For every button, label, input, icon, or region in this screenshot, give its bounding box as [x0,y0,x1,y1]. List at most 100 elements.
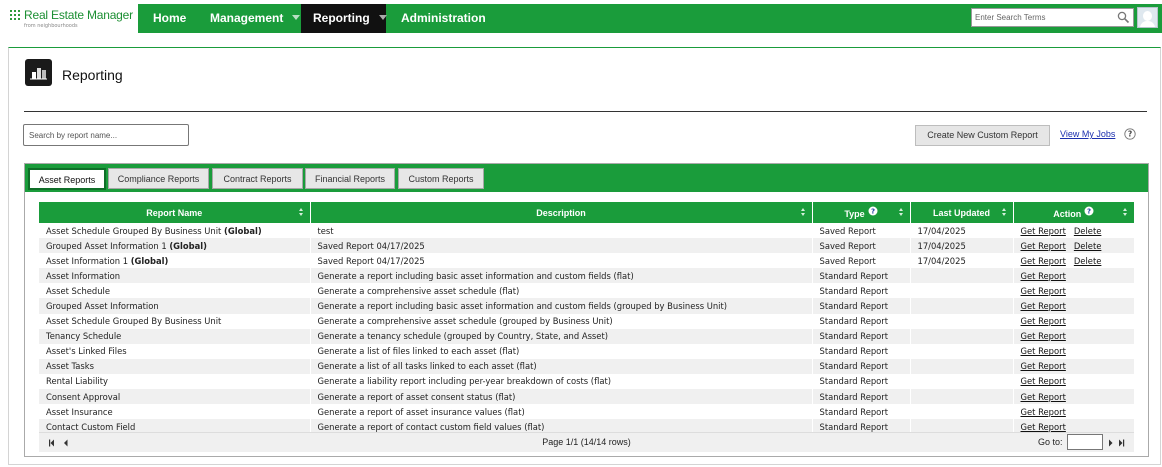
table-row: Asset Tasks Generate a list of all tasks … [39,358,1135,374]
help-icon[interactable]: ? [868,206,878,216]
table-row: Asset Information 1 (Global) Saved Report… [39,253,1135,269]
cell-type: Saved Report [812,238,911,254]
table-row: Asset Schedule Grouped By Business Unit G… [39,313,1135,329]
sort-icon[interactable] [298,208,304,217]
nav-management[interactable]: Management [210,4,301,33]
cell-description: Saved Report 04/17/2025 [310,238,813,254]
get-report-link[interactable]: Get Report [1021,361,1066,371]
column-header-type[interactable]: Type? [812,202,911,223]
report-name: Asset Schedule [46,285,111,296]
help-icon[interactable]: ? [1084,206,1094,216]
table-row: Asset Information Generate a report inclu… [39,268,1135,284]
report-name: Asset Insurance [46,406,113,417]
report-name: Asset Information [46,270,121,281]
cell-action: Get Report [1013,283,1135,299]
app-name: Real Estate Manager [24,8,133,22]
get-report-link[interactable]: Get Report [1021,286,1066,296]
get-report-link[interactable]: Get Report [1021,346,1066,356]
get-report-link[interactable]: Get Report [1021,392,1066,402]
table-row: Grouped Asset Information Generate a repo… [39,298,1135,314]
nav-reporting[interactable]: Reporting [301,4,387,33]
get-report-link[interactable]: Get Report [1021,376,1066,386]
sort-icon[interactable] [1001,208,1007,217]
column-header-report-name[interactable]: Report Name [39,202,311,223]
cell-type: Standard Report [812,373,911,390]
cell-description: Generate a list of all tasks linked to e… [310,358,813,374]
column-header-label: Action [1053,209,1082,219]
svg-text:?: ? [1087,208,1091,216]
delete-link[interactable]: Delete [1074,256,1102,266]
help-icon[interactable]: ? [1124,128,1136,140]
column-header-description[interactable]: Description [310,202,813,223]
search-icon[interactable] [1117,11,1130,24]
cell-last-updated: 17/04/2025 [910,223,1014,239]
report-name: Rental Liability [46,376,108,387]
cell-description: Saved Report 04/17/2025 [310,253,813,269]
cell-description: Generate a report of asset consent statu… [310,389,813,405]
cell-last-updated [910,283,1014,299]
reports-container: Asset Reports Compliance Reports Contrac… [24,163,1149,457]
cell-last-updated: 17/04/2025 [910,238,1014,254]
app-logo[interactable]: Real Estate Manager from neighbourhoods [10,8,135,32]
report-name: Asset Tasks [46,361,94,372]
tab-compliance-reports[interactable]: Compliance Reports [108,168,209,189]
delete-link[interactable]: Delete [1074,226,1102,236]
cell-type: Standard Report [812,313,911,329]
get-report-link[interactable]: Get Report [1021,226,1066,236]
report-search-input[interactable] [23,124,189,146]
table-row: Tenancy Schedule Generate a tenancy sched… [39,328,1135,344]
cell-last-updated [910,389,1014,405]
goto-page-input[interactable] [1067,434,1103,450]
cell-last-updated: 17/04/2025 [910,253,1014,269]
top-bar: Real Estate Manager from neighbourhoods … [0,0,1162,38]
sort-icon[interactable] [1123,208,1128,217]
report-name: Asset Schedule Grouped By Business Unit [46,225,222,236]
global-search-input[interactable] [972,9,1112,26]
tab-asset-reports[interactable]: Asset Reports [28,168,106,190]
get-report-link[interactable]: Get Report [1021,422,1066,432]
cell-action: Get Report [1013,328,1135,344]
cell-report-name: Asset Information [39,268,311,284]
column-header-label: Report Name [146,207,203,218]
get-report-link[interactable]: Get Report [1021,316,1066,326]
get-report-link[interactable]: Get Report [1021,241,1066,251]
get-report-link[interactable]: Get Report [1021,331,1066,341]
nav-home-label: Home [153,11,187,25]
create-custom-report-button[interactable]: Create New Custom Report [915,125,1050,146]
last-page-icon[interactable] [1117,439,1127,447]
title-divider [24,111,1147,112]
table-row: Rental Liability Generate a liability rep… [39,373,1135,390]
tab-contract-reports[interactable]: Contract Reports [212,168,303,189]
svg-text:?: ? [871,208,875,216]
cell-description: Generate a liability report including pe… [310,373,813,390]
get-report-link[interactable]: Get Report [1021,407,1066,417]
sort-icon[interactable] [898,208,904,217]
report-name: Asset Information 1 [46,255,129,266]
cell-type: Saved Report [812,223,911,239]
view-my-jobs-link[interactable]: View My Jobs [1060,129,1115,139]
column-header-action[interactable]: Action? [1013,202,1134,223]
sort-icon[interactable] [800,208,806,217]
report-name: Asset's Linked Files [46,346,127,357]
tab-financial-reports[interactable]: Financial Reports [305,168,395,189]
cell-action: Get Report [1013,373,1135,390]
cell-report-name: Rental Liability [39,373,311,390]
tab-custom-reports[interactable]: Custom Reports [398,168,484,189]
nav-administration[interactable]: Administration [401,4,486,33]
column-header-last-updated[interactable]: Last Updated [910,202,1014,223]
user-avatar-icon[interactable] [1137,7,1158,28]
report-name: Grouped Asset Information 1 [46,240,167,251]
get-report-link[interactable]: Get Report [1021,301,1066,311]
cell-report-name: Asset Insurance [39,404,311,420]
cell-type: Standard Report [812,358,911,374]
nav-home[interactable]: Home [153,4,186,33]
get-report-link[interactable]: Get Report [1021,271,1066,281]
cell-action: Get Report [1013,298,1135,314]
get-report-link[interactable]: Get Report [1021,256,1066,266]
table-row: Grouped Asset Information 1 (Global) Save… [39,238,1135,254]
cell-report-name: Tenancy Schedule [39,328,311,344]
cell-last-updated [910,268,1014,284]
delete-link[interactable]: Delete [1074,241,1102,251]
cell-type: Saved Report [812,253,911,269]
main-panel: Reporting Create New Custom Report View … [8,47,1161,465]
